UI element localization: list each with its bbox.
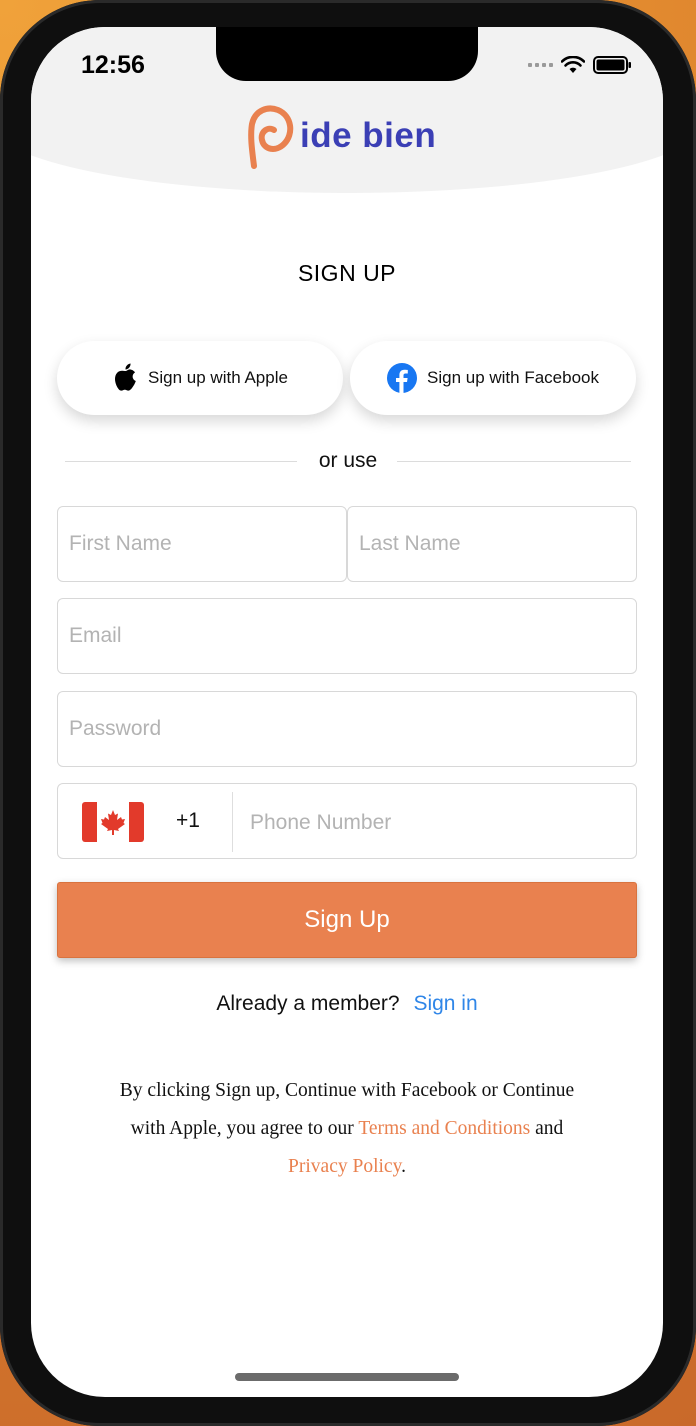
already-member-row: Already a member? Sign in	[31, 992, 663, 1016]
device-notch	[216, 27, 478, 81]
app-logo: ide bien	[246, 102, 436, 170]
apple-icon	[115, 363, 136, 391]
first-name-input[interactable]	[57, 506, 347, 582]
wifi-icon	[561, 56, 585, 73]
sign-up-with-facebook-button[interactable]: Sign up with Facebook	[350, 341, 636, 415]
or-use-divider: or use	[65, 447, 631, 477]
status-time: 12:56	[81, 51, 145, 79]
terms-text-2: and	[530, 1118, 564, 1139]
apple-button-label: Sign up with Apple	[148, 368, 288, 387]
battery-icon	[593, 56, 631, 74]
terms-notice: By clicking Sign up, Continue with Faceb…	[111, 1072, 583, 1186]
pide-p-logo-icon	[248, 105, 294, 169]
sign-up-button[interactable]: Sign Up	[57, 882, 637, 958]
already-member-text: Already a member?	[216, 992, 400, 1015]
app-screen: 12:56 ide bien SIGN UP Sign up with Appl…	[31, 27, 663, 1397]
facebook-icon	[387, 363, 417, 393]
page-title: SIGN UP	[297, 260, 397, 286]
phone-number-field: +1	[57, 783, 637, 859]
phone-number-input[interactable]	[248, 796, 622, 850]
facebook-button-label: Sign up with Facebook	[427, 368, 599, 387]
cellular-signal-icon	[528, 63, 553, 67]
canada-flag-icon[interactable]	[82, 802, 144, 842]
phone-separator	[232, 792, 233, 852]
sign-in-link[interactable]: Sign in	[413, 992, 477, 1015]
password-input[interactable]	[57, 691, 637, 767]
email-input[interactable]	[57, 598, 637, 674]
country-code[interactable]: +1	[176, 809, 200, 833]
phone-frame: 12:56 ide bien SIGN UP Sign up with Appl…	[0, 0, 696, 1426]
terms-text-3: .	[401, 1156, 406, 1177]
logo-text: ide bien	[300, 116, 437, 155]
status-icons	[528, 55, 633, 75]
privacy-policy-link[interactable]: Privacy Policy	[288, 1156, 401, 1177]
divider-text: or use	[318, 449, 378, 472]
home-indicator[interactable]	[235, 1373, 459, 1381]
last-name-input[interactable]	[347, 506, 637, 582]
sign-up-with-apple-button[interactable]: Sign up with Apple	[57, 341, 343, 415]
terms-and-conditions-link[interactable]: Terms and Conditions	[358, 1118, 530, 1139]
